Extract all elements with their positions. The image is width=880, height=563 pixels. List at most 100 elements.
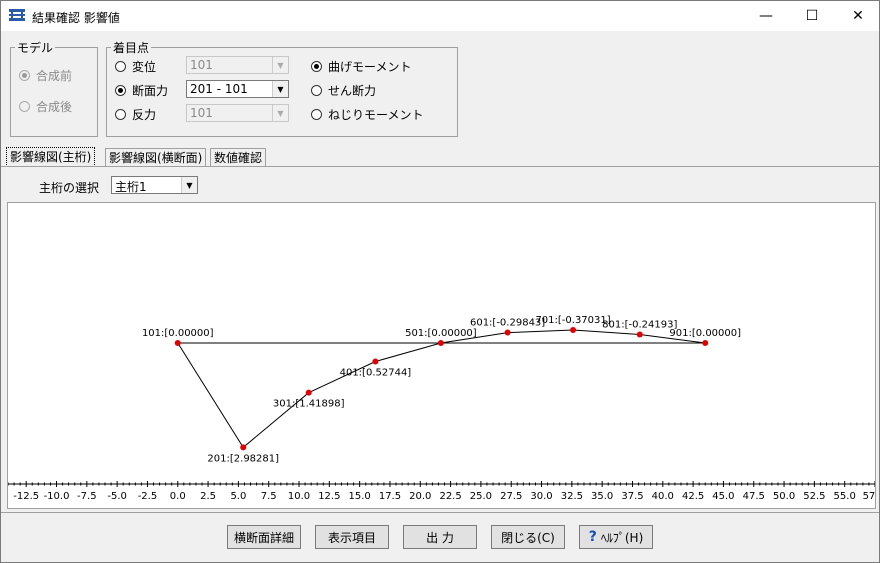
radio-label: 変位 bbox=[132, 60, 157, 74]
data-label: 601:[-0.29843] bbox=[470, 318, 545, 329]
data-label: 101:[0.00000] bbox=[142, 328, 214, 339]
help-icon: ? bbox=[588, 529, 597, 545]
girder-select-combo[interactable]: 主桁1 ▼ bbox=[111, 176, 198, 194]
x-tick-label: 37.5 bbox=[621, 491, 643, 502]
x-tick-label: -12.5 bbox=[13, 491, 39, 502]
data-label: 301:[1.41898] bbox=[273, 399, 345, 410]
chevron-down-icon: ▼ bbox=[272, 105, 288, 121]
x-tick-label: 50.0 bbox=[773, 491, 795, 502]
x-tick-label: 25.0 bbox=[470, 491, 492, 502]
chevron-down-icon: ▼ bbox=[272, 57, 288, 73]
x-tick-label: -10.0 bbox=[44, 491, 70, 502]
radio-section-force[interactable]: 断面力 bbox=[115, 82, 168, 99]
data-point bbox=[504, 329, 511, 336]
girder-select-label: 主桁の選択 bbox=[39, 181, 100, 195]
maximize-icon: ☐ bbox=[805, 8, 819, 24]
close-button[interactable]: 閉じる(C) bbox=[491, 525, 565, 549]
close-icon: ✕ bbox=[852, 8, 864, 24]
help-button[interactable]: ? ﾍﾙﾌﾟ(H) bbox=[579, 525, 653, 549]
data-point bbox=[702, 340, 709, 346]
button-label: 横断面詳細 bbox=[233, 530, 294, 545]
data-label: 701:[-0.37031] bbox=[535, 315, 610, 326]
data-label: 401:[0.52744] bbox=[340, 367, 412, 378]
x-tick-label: 45.0 bbox=[712, 491, 734, 502]
tab-numeric-check[interactable]: 数値確認 bbox=[210, 148, 267, 167]
data-point bbox=[305, 389, 312, 396]
data-label: 901:[0.00000] bbox=[669, 328, 741, 339]
radio-displacement[interactable]: 変位 bbox=[115, 58, 156, 75]
x-tick-label: 35.0 bbox=[591, 491, 613, 502]
radio-label: 合成後 bbox=[36, 100, 73, 114]
x-tick-label: -7.5 bbox=[77, 491, 97, 502]
x-tick-label: -5.0 bbox=[107, 491, 127, 502]
tab-divider bbox=[1, 166, 879, 167]
data-point bbox=[372, 358, 379, 365]
x-tick-label: 42.5 bbox=[682, 491, 704, 502]
x-tick-label: 12.5 bbox=[318, 491, 340, 502]
radio-model-after[interactable]: 合成後 bbox=[19, 98, 72, 115]
radio-label: 合成前 bbox=[36, 69, 73, 83]
minimize-button[interactable]: — bbox=[743, 1, 789, 31]
x-tick-label: 0.0 bbox=[170, 491, 186, 502]
minimize-icon: — bbox=[759, 8, 773, 24]
data-label: 201:[2.98281] bbox=[207, 453, 279, 464]
display-items-button[interactable]: 表示項目 bbox=[315, 525, 389, 549]
radio-dot bbox=[311, 109, 322, 120]
tab-label: 数値確認 bbox=[214, 151, 263, 165]
main-window: 結果確認 影響値 — ☐ ✕ モデル 合成前 合成後 着目点 変位 断面力 反力 bbox=[0, 0, 880, 563]
radio-dot bbox=[115, 109, 126, 120]
model-group-legend: モデル bbox=[17, 41, 54, 55]
radio-label: 断面力 bbox=[132, 84, 169, 98]
x-tick-label: 15.0 bbox=[349, 491, 371, 502]
radio-dot bbox=[19, 70, 30, 81]
reaction-combo[interactable]: 101 ▼ bbox=[186, 104, 289, 122]
influence-line-series bbox=[177, 329, 706, 449]
radio-dot bbox=[19, 101, 30, 112]
x-tick-label: 55.0 bbox=[834, 491, 856, 502]
data-point bbox=[636, 331, 643, 338]
window-title: 結果確認 影響値 bbox=[32, 11, 120, 25]
model-group: モデル bbox=[10, 39, 98, 137]
focus-point-legend: 着目点 bbox=[113, 41, 150, 55]
radio-shear-force[interactable]: せん断力 bbox=[311, 82, 376, 99]
data-label: 801:[-0.24193] bbox=[602, 320, 677, 331]
app-icon bbox=[9, 9, 25, 21]
radio-label: ねじりモーメント bbox=[328, 108, 424, 122]
combo-value: 101 bbox=[190, 58, 213, 72]
radio-bending-moment[interactable]: 曲げモーメント bbox=[311, 58, 412, 75]
data-point bbox=[437, 340, 444, 346]
x-tick-label: 10.0 bbox=[288, 491, 310, 502]
cross-section-detail-button[interactable]: 横断面詳細 bbox=[227, 525, 301, 549]
x-tick-label: 2.5 bbox=[200, 491, 216, 502]
tab-influence-main-girder[interactable]: 影響線図(主桁) bbox=[6, 147, 96, 167]
tab-label: 影響線図(横断面) bbox=[109, 151, 203, 165]
radio-reaction[interactable]: 反力 bbox=[115, 106, 156, 123]
chevron-down-icon: ▼ bbox=[272, 81, 288, 97]
x-tick-label: 30.0 bbox=[530, 491, 552, 502]
output-button[interactable]: 出 力 bbox=[403, 525, 477, 549]
combo-value: 101 bbox=[190, 106, 213, 120]
x-tick-label: 57 bbox=[863, 491, 875, 502]
radio-torsion-moment[interactable]: ねじりモーメント bbox=[311, 106, 424, 123]
x-tick-label: -2.5 bbox=[138, 491, 158, 502]
x-tick-label: 52.5 bbox=[803, 491, 825, 502]
x-tick-label: 47.5 bbox=[743, 491, 765, 502]
chevron-down-icon: ▼ bbox=[181, 177, 197, 193]
x-tick-label: 22.5 bbox=[439, 491, 461, 502]
maximize-button[interactable]: ☐ bbox=[789, 1, 835, 31]
tab-label: 影響線図(主桁) bbox=[10, 150, 92, 164]
section-force-combo[interactable]: 201 - 101 ▼ bbox=[186, 80, 289, 98]
radio-dot bbox=[311, 85, 322, 96]
x-tick-label: 20.0 bbox=[409, 491, 431, 502]
displacement-combo[interactable]: 101 ▼ bbox=[186, 56, 289, 74]
radio-model-before[interactable]: 合成前 bbox=[19, 67, 72, 84]
radio-dot bbox=[115, 61, 126, 72]
tab-influence-cross-section[interactable]: 影響線図(横断面) bbox=[105, 148, 207, 167]
title-bar[interactable]: 結果確認 影響値 — ☐ ✕ bbox=[1, 1, 879, 31]
combo-value: 201 - 101 bbox=[190, 82, 248, 96]
button-label: 出 力 bbox=[426, 530, 454, 545]
x-tick-label: 32.5 bbox=[561, 491, 583, 502]
x-tick-label: 5.0 bbox=[230, 491, 246, 502]
button-label: 表示項目 bbox=[327, 530, 376, 545]
close-window-button[interactable]: ✕ bbox=[835, 1, 880, 31]
